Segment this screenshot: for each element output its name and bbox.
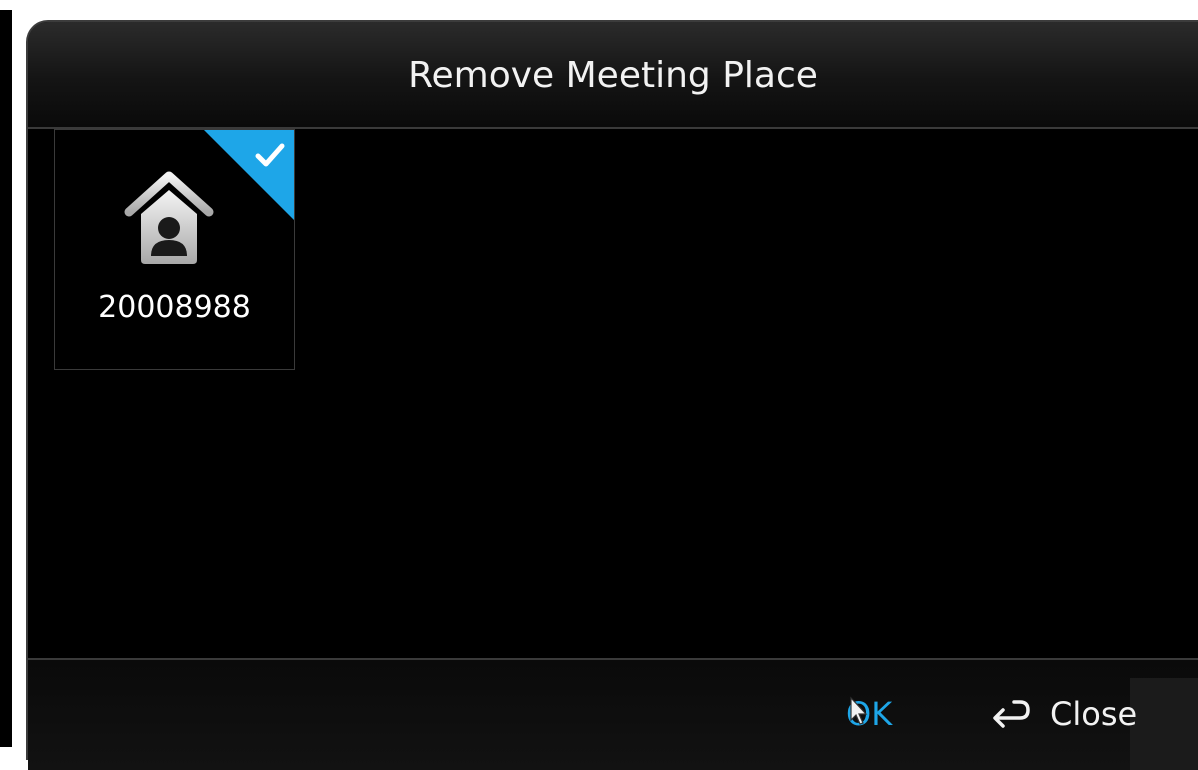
window-edge bbox=[0, 0, 12, 747]
window-top-edge bbox=[0, 0, 1198, 10]
checkmark-icon bbox=[255, 143, 285, 167]
dialog-footer: OK Close bbox=[28, 658, 1198, 770]
home-person-icon bbox=[124, 171, 214, 264]
close-button[interactable]: Close bbox=[988, 684, 1137, 744]
dialog-title: Remove Meeting Place bbox=[408, 55, 818, 96]
dialog-header: Remove Meeting Place bbox=[28, 22, 1198, 129]
mouse-cursor-icon bbox=[850, 696, 868, 725]
close-button-label: Close bbox=[1050, 695, 1138, 733]
return-arrow-icon bbox=[993, 700, 1030, 728]
meeting-place-number: 20008988 bbox=[98, 290, 251, 325]
remove-meeting-place-dialog: Remove Meeting Place 20008988 OK Close bbox=[26, 20, 1198, 770]
meeting-place-tile[interactable]: 20008988 bbox=[54, 129, 295, 370]
close-button-highlight bbox=[1130, 678, 1198, 770]
